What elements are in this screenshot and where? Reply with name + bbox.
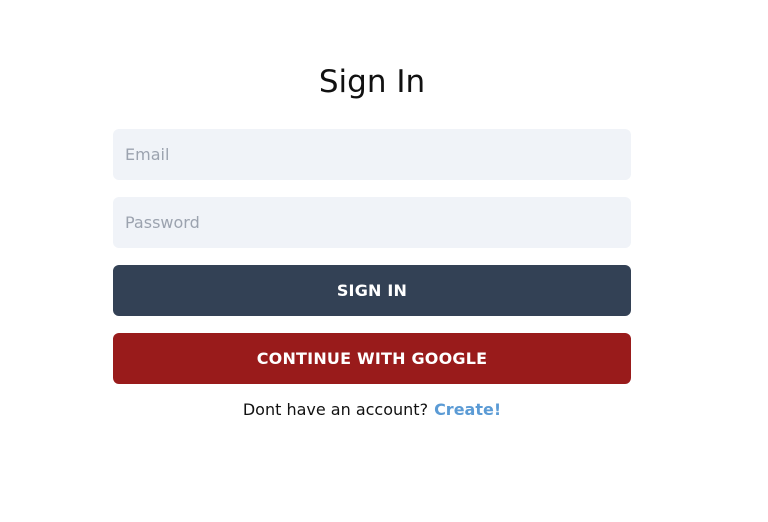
page-title: Sign In <box>318 64 426 100</box>
sign-in-form: Sign In SIGN IN CONTINUE WITH GOOGLE Don… <box>113 60 631 420</box>
page: Sign In SIGN IN CONTINUE WITH GOOGLE Don… <box>0 0 768 522</box>
sign-in-button[interactable]: SIGN IN <box>113 265 631 316</box>
password-input[interactable] <box>113 197 631 248</box>
continue-with-google-button[interactable]: CONTINUE WITH GOOGLE <box>113 333 631 384</box>
email-input[interactable] <box>113 129 631 180</box>
signup-prompt-text: Dont have an account? <box>242 400 429 419</box>
signup-prompt: Dont have an account? Create! <box>113 400 631 420</box>
create-account-link[interactable]: Create! <box>434 400 501 419</box>
